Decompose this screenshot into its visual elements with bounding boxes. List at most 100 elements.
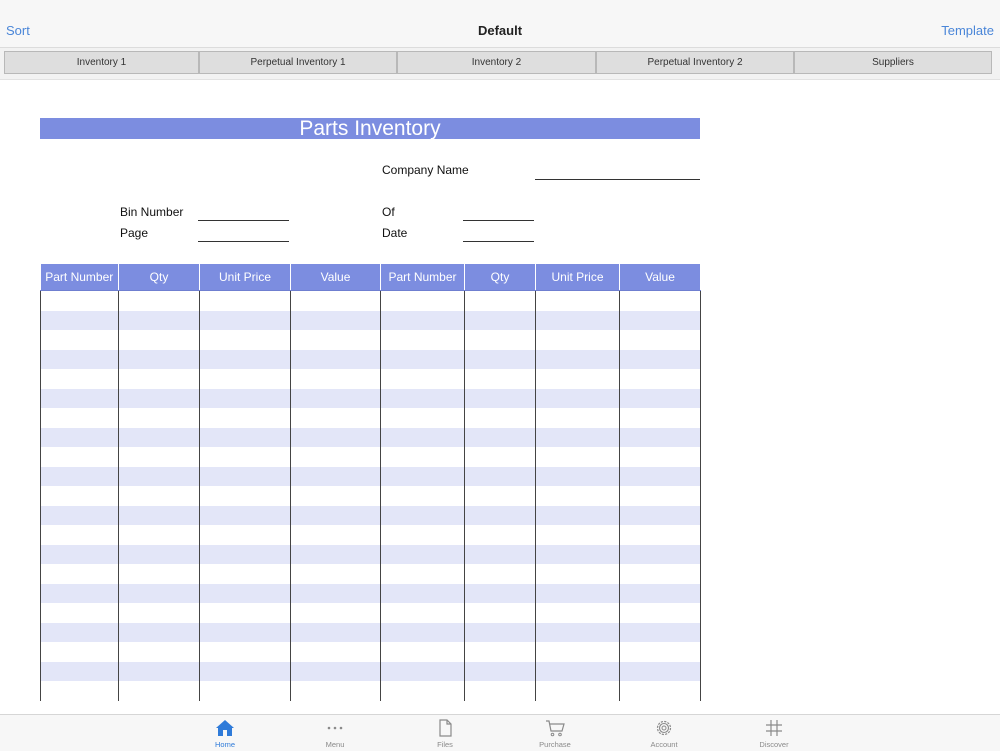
grid-cell[interactable] (118, 622, 200, 642)
grid-cell[interactable] (535, 310, 620, 330)
col-header-unit-price[interactable]: Unit Price (199, 264, 291, 291)
grid-cell[interactable] (199, 505, 291, 525)
grid-cell[interactable] (290, 290, 381, 311)
grid-cell[interactable] (464, 349, 536, 369)
grid-cell[interactable] (199, 564, 291, 584)
grid-cell[interactable] (118, 642, 200, 662)
grid-cell[interactable] (40, 583, 119, 603)
grid-cell[interactable] (464, 564, 536, 584)
grid-cell[interactable] (464, 408, 536, 428)
grid-cell[interactable] (40, 349, 119, 369)
grid-cell[interactable] (290, 486, 381, 506)
grid-cell[interactable] (118, 447, 200, 467)
col-header-part-number-2[interactable]: Part Number (380, 264, 465, 291)
grid-cell[interactable] (464, 310, 536, 330)
tab-perpetual-inventory-1[interactable]: Perpetual Inventory 1 (199, 51, 397, 74)
grid-cell[interactable] (535, 427, 620, 447)
grid-cell[interactable] (199, 681, 291, 701)
col-header-qty[interactable]: Qty (118, 264, 200, 291)
grid-cell[interactable] (290, 310, 381, 330)
grid-cell[interactable] (290, 642, 381, 662)
grid-cell[interactable] (290, 564, 381, 584)
grid-cell[interactable] (619, 369, 701, 389)
grid-cell[interactable] (118, 681, 200, 701)
grid-cell[interactable] (380, 661, 465, 681)
grid-cell[interactable] (118, 330, 200, 350)
grid-cell[interactable] (535, 330, 620, 350)
grid-cell[interactable] (199, 369, 291, 389)
grid-cell[interactable] (464, 369, 536, 389)
grid-cell[interactable] (619, 622, 701, 642)
grid-cell[interactable] (199, 486, 291, 506)
grid-cell[interactable] (619, 388, 701, 408)
grid-cell[interactable] (290, 661, 381, 681)
template-button[interactable]: Template (941, 23, 994, 38)
grid-cell[interactable] (118, 603, 200, 623)
date-field[interactable] (463, 241, 534, 242)
grid-cell[interactable] (380, 310, 465, 330)
grid-cell[interactable] (619, 661, 701, 681)
discover-tab[interactable]: Discover (734, 715, 814, 751)
grid-cell[interactable] (380, 642, 465, 662)
grid-cell[interactable] (40, 388, 119, 408)
grid-cell[interactable] (290, 622, 381, 642)
grid-cell[interactable] (40, 505, 119, 525)
grid-cell[interactable] (380, 525, 465, 545)
account-tab[interactable]: Account (624, 715, 704, 751)
grid-cell[interactable] (535, 349, 620, 369)
company-name-field[interactable] (535, 179, 700, 180)
grid-cell[interactable] (464, 544, 536, 564)
grid-cell[interactable] (464, 583, 536, 603)
grid-cell[interactable] (535, 486, 620, 506)
col-header-part-number[interactable]: Part Number (40, 264, 119, 291)
grid-cell[interactable] (619, 583, 701, 603)
grid-cell[interactable] (199, 388, 291, 408)
files-tab[interactable]: Files (405, 715, 485, 751)
grid-cell[interactable] (199, 408, 291, 428)
grid-cell[interactable] (619, 544, 701, 564)
grid-cell[interactable] (290, 349, 381, 369)
grid-cell[interactable] (464, 681, 536, 701)
grid-cell[interactable] (290, 681, 381, 701)
grid-cell[interactable] (380, 349, 465, 369)
grid-cell[interactable] (290, 369, 381, 389)
menu-tab[interactable]: Menu (295, 715, 375, 751)
grid-cell[interactable] (40, 642, 119, 662)
col-header-unit-price-2[interactable]: Unit Price (535, 264, 620, 291)
grid-cell[interactable] (290, 505, 381, 525)
grid-cell[interactable] (380, 544, 465, 564)
grid-cell[interactable] (199, 661, 291, 681)
grid-cell[interactable] (118, 486, 200, 506)
grid-cell[interactable] (464, 622, 536, 642)
grid-cell[interactable] (199, 427, 291, 447)
grid-cell[interactable] (118, 388, 200, 408)
grid-cell[interactable] (118, 525, 200, 545)
grid-cell[interactable] (535, 564, 620, 584)
col-header-value-2[interactable]: Value (619, 264, 701, 291)
grid-cell[interactable] (380, 290, 465, 311)
grid-cell[interactable] (535, 447, 620, 467)
grid-cell[interactable] (118, 661, 200, 681)
grid-cell[interactable] (464, 661, 536, 681)
grid-cell[interactable] (619, 408, 701, 428)
grid-cell[interactable] (380, 486, 465, 506)
grid-cell[interactable] (619, 603, 701, 623)
grid-cell[interactable] (464, 525, 536, 545)
grid-cell[interactable] (464, 330, 536, 350)
grid-cell[interactable] (464, 447, 536, 467)
grid-cell[interactable] (40, 486, 119, 506)
grid-cell[interactable] (118, 564, 200, 584)
tab-inventory-1[interactable]: Inventory 1 (4, 51, 199, 74)
home-tab[interactable]: Home (185, 715, 265, 751)
grid-cell[interactable] (199, 642, 291, 662)
grid-cell[interactable] (619, 466, 701, 486)
sheet-title[interactable]: Parts Inventory (40, 118, 700, 139)
grid-cell[interactable] (199, 330, 291, 350)
grid-cell[interactable] (619, 681, 701, 701)
col-header-qty-2[interactable]: Qty (464, 264, 536, 291)
tab-suppliers[interactable]: Suppliers (794, 51, 992, 74)
grid-cell[interactable] (290, 447, 381, 467)
grid-cell[interactable] (380, 564, 465, 584)
grid-cell[interactable] (199, 466, 291, 486)
grid-cell[interactable] (380, 466, 465, 486)
